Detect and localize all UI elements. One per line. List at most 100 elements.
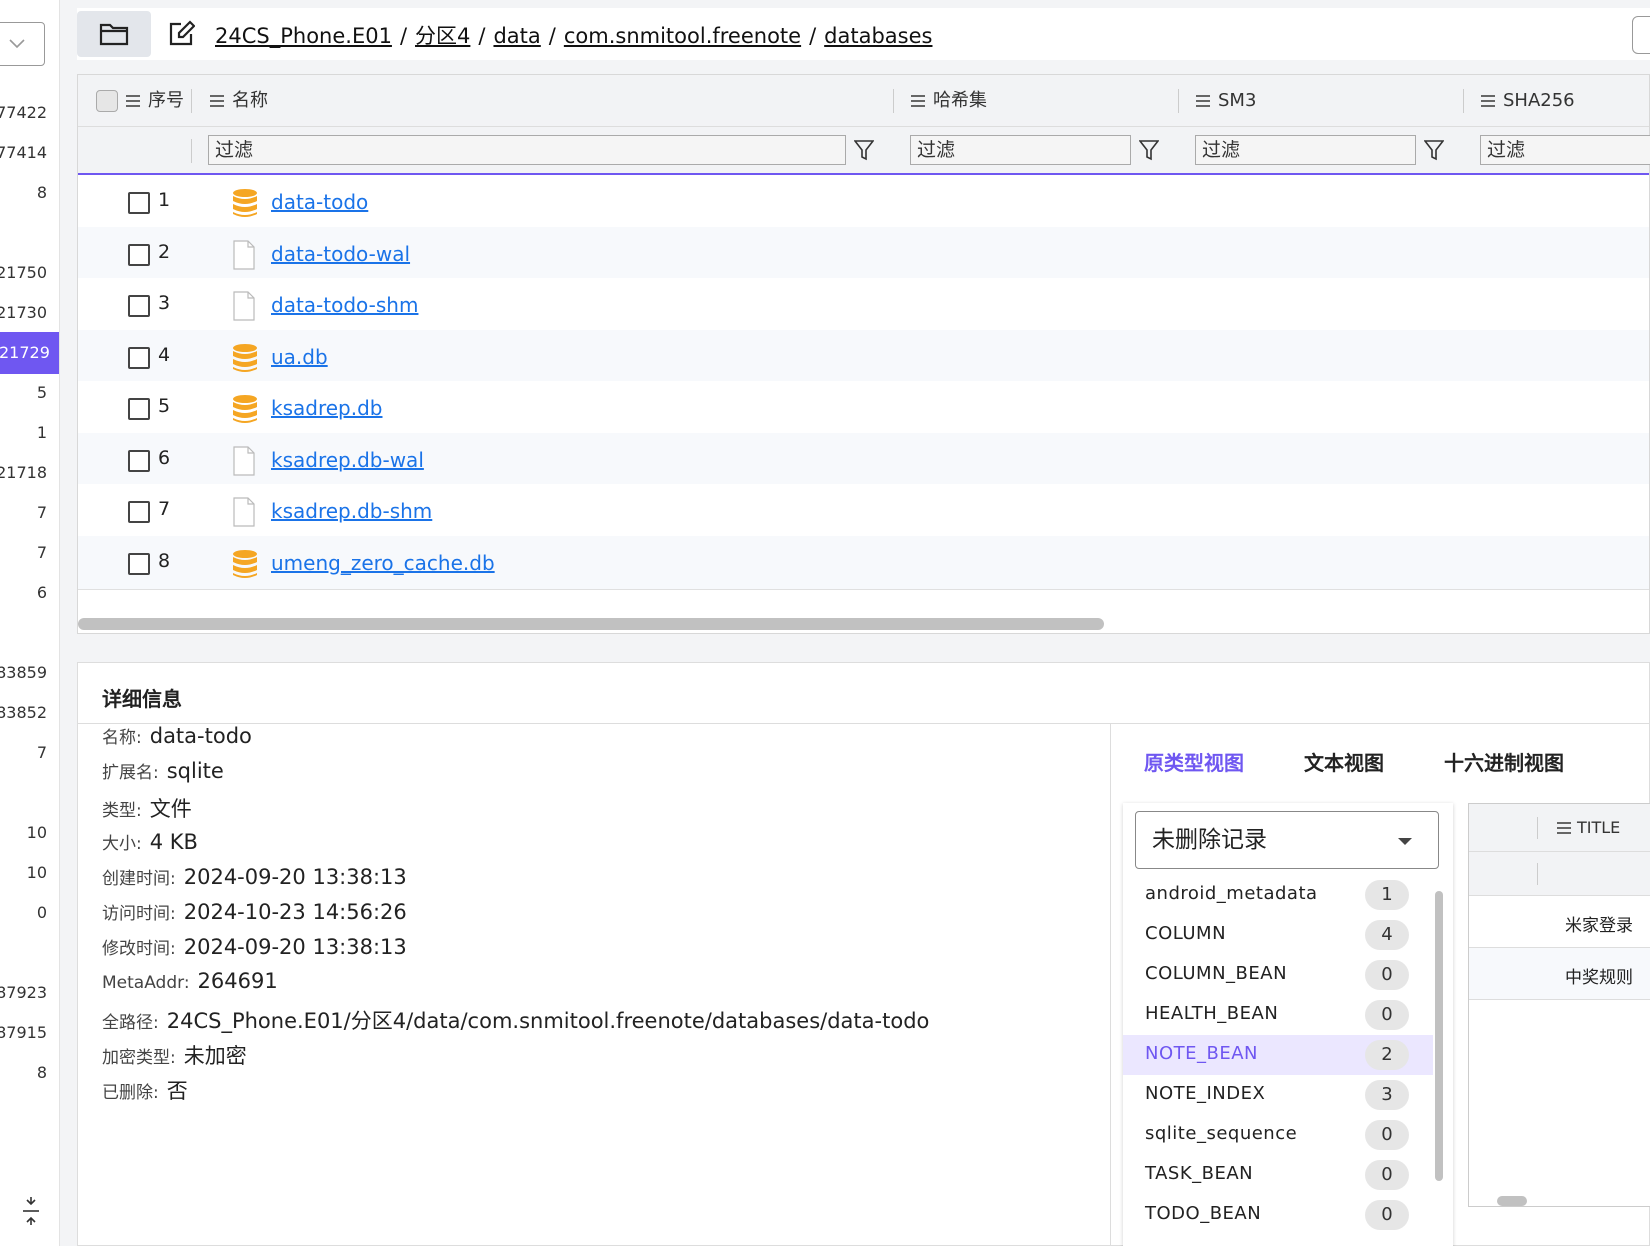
db-table-item[interactable]: TODO_BEAN 0 <box>1123 1195 1433 1235</box>
left-list-number[interactable]: 5 <box>0 372 47 414</box>
file-name-link[interactable]: ksadrep.db-shm <box>271 499 432 523</box>
db-table-item[interactable]: NOTE_BEAN 2 <box>1123 1035 1433 1075</box>
tab-text-view[interactable]: 文本视图 <box>1304 747 1384 776</box>
left-list-number[interactable]: 21750 <box>0 252 47 294</box>
left-list-number[interactable]: 87923 <box>0 972 47 1014</box>
left-list-number[interactable] <box>0 772 47 814</box>
column-divider[interactable] <box>1463 89 1464 113</box>
left-list-number[interactable]: 10 <box>0 812 47 854</box>
table-row[interactable]: 米家登录 <box>1469 896 1650 948</box>
file-name-link[interactable]: ua.db <box>271 345 328 369</box>
column-header-sm3[interactable]: SM3 <box>1196 75 1256 127</box>
left-list-number[interactable]: 21730 <box>0 292 47 334</box>
left-list-number[interactable] <box>0 212 47 254</box>
detail-value: 否 <box>166 1079 188 1103</box>
file-name-link[interactable]: data-todo-wal <box>271 242 410 266</box>
breadcrumb-item-package[interactable]: com.snmitool.freenote <box>564 24 801 48</box>
left-list-number[interactable]: 10 <box>0 852 47 894</box>
table-row[interactable]: 3 data-todo-shm <box>78 278 1649 332</box>
row-checkbox[interactable] <box>128 192 150 214</box>
row-checkbox[interactable] <box>128 501 150 523</box>
left-list-number[interactable]: 1 <box>0 412 47 454</box>
db-table-item[interactable]: TASK_BEAN 0 <box>1123 1155 1433 1195</box>
db-table-name: TASK_BEAN <box>1145 1163 1254 1184</box>
vertical-scrollbar[interactable] <box>1435 891 1443 1181</box>
name-filter-input[interactable]: 过滤 <box>208 135 846 165</box>
column-divider[interactable] <box>1537 817 1538 839</box>
left-list-number[interactable] <box>0 612 47 654</box>
filter-icon[interactable] <box>854 139 874 161</box>
file-name-link[interactable]: data-todo-shm <box>271 293 418 317</box>
file-name-link[interactable]: ksadrep.db <box>271 396 382 420</box>
left-list-number[interactable]: 21718 <box>0 452 47 494</box>
db-table-item[interactable]: NOTE_INDEX 3 <box>1123 1075 1433 1115</box>
column-divider[interactable] <box>893 89 894 113</box>
filter-icon[interactable] <box>1139 139 1159 161</box>
detail-field: 类型: 文件 <box>102 793 192 823</box>
file-name-link[interactable]: umeng_zero_cache.db <box>271 551 495 575</box>
left-list-number[interactable]: 7 <box>0 732 47 774</box>
dropdown-toggle[interactable] <box>0 22 45 66</box>
left-list-number[interactable]: 7 <box>0 532 47 574</box>
table-row[interactable]: 6 ksadrep.db-wal <box>78 432 1649 487</box>
left-list-number[interactable]: 77422 <box>0 92 47 134</box>
file-table: 序号 名称 哈希集 SM3 SHA256 过滤 过滤 过滤 过滤 1 data-… <box>77 74 1650 634</box>
sm3-filter-input[interactable]: 过滤 <box>1195 135 1416 165</box>
column-header-title[interactable]: TITLE <box>1557 818 1620 837</box>
row-checkbox[interactable] <box>128 552 150 575</box>
table-row[interactable]: 中奖规则 <box>1469 948 1650 1000</box>
edit-icon[interactable] <box>167 20 195 48</box>
column-header-hashset[interactable]: 哈希集 <box>911 75 987 127</box>
horizontal-scrollbar[interactable] <box>78 618 1104 630</box>
left-list-number[interactable]: 83859 <box>0 652 47 694</box>
left-list-number[interactable]: 77414 <box>0 132 47 174</box>
column-divider[interactable] <box>191 89 192 113</box>
left-list-number[interactable]: 6 <box>0 572 47 614</box>
filter-icon[interactable] <box>1424 139 1444 161</box>
tab-hex-view[interactable]: 十六进制视图 <box>1444 747 1564 776</box>
sha256-filter-input[interactable]: 过滤 <box>1480 135 1650 165</box>
column-header-index[interactable]: 序号 <box>126 75 184 127</box>
breadcrumb-item-databases[interactable]: databases <box>824 24 932 48</box>
table-row[interactable]: 2 data-todo-wal <box>78 226 1649 281</box>
file-name-link[interactable]: data-todo <box>271 190 368 214</box>
table-row[interactable]: 5 ksadrep.db <box>78 381 1649 435</box>
table-row[interactable]: 7 ksadrep.db-shm <box>78 484 1649 538</box>
db-table-item[interactable]: COLUMN_BEAN 0 <box>1123 955 1433 995</box>
topbar-right-button[interactable] <box>1632 16 1650 54</box>
folder-button[interactable] <box>77 11 151 57</box>
horizontal-scrollbar[interactable] <box>1497 1196 1527 1206</box>
row-checkbox[interactable] <box>128 346 150 369</box>
column-header-sha256[interactable]: SHA256 <box>1481 75 1575 127</box>
table-row[interactable]: 4 ua.db <box>78 329 1649 384</box>
record-filter-select[interactable]: 未删除记录 <box>1135 811 1439 869</box>
left-list-number[interactable]: 21729 <box>0 332 59 374</box>
db-table-item[interactable]: android_metadata 1 <box>1123 875 1433 915</box>
select-all-checkbox[interactable] <box>96 90 118 112</box>
resize-icon[interactable] <box>22 1196 40 1226</box>
db-table-item[interactable]: HEALTH_BEAN 0 <box>1123 995 1433 1035</box>
breadcrumb-item-image[interactable]: 24CS_Phone.E01 <box>215 24 392 48</box>
table-row[interactable]: 8 umeng_zero_cache.db <box>78 535 1649 590</box>
row-checkbox[interactable] <box>128 243 150 266</box>
column-divider[interactable] <box>1178 89 1179 113</box>
left-list-number[interactable]: 8 <box>0 172 47 214</box>
db-table-item[interactable]: sqlite_sequence 0 <box>1123 1115 1433 1155</box>
table-row[interactable]: 1 data-todo <box>78 175 1649 229</box>
row-checkbox[interactable] <box>128 295 150 317</box>
tab-native-view[interactable]: 原类型视图 <box>1144 747 1244 776</box>
left-list-number[interactable]: 7 <box>0 492 47 534</box>
left-list-number[interactable]: 87915 <box>0 1012 47 1054</box>
left-list-number[interactable]: 0 <box>0 892 47 934</box>
left-list-number[interactable]: 8 <box>0 1052 47 1094</box>
row-checkbox[interactable] <box>128 449 150 472</box>
file-name-link[interactable]: ksadrep.db-wal <box>271 448 424 472</box>
left-list-number[interactable] <box>0 932 47 974</box>
left-list-number[interactable]: 83852 <box>0 692 47 734</box>
breadcrumb-item-partition[interactable]: 分区4 <box>415 24 470 48</box>
column-header-name[interactable]: 名称 <box>210 75 268 127</box>
breadcrumb-item-data[interactable]: data <box>493 24 540 48</box>
db-table-item[interactable]: COLUMN 4 <box>1123 915 1433 955</box>
hashset-filter-input[interactable]: 过滤 <box>910 135 1131 165</box>
row-checkbox[interactable] <box>128 398 150 420</box>
